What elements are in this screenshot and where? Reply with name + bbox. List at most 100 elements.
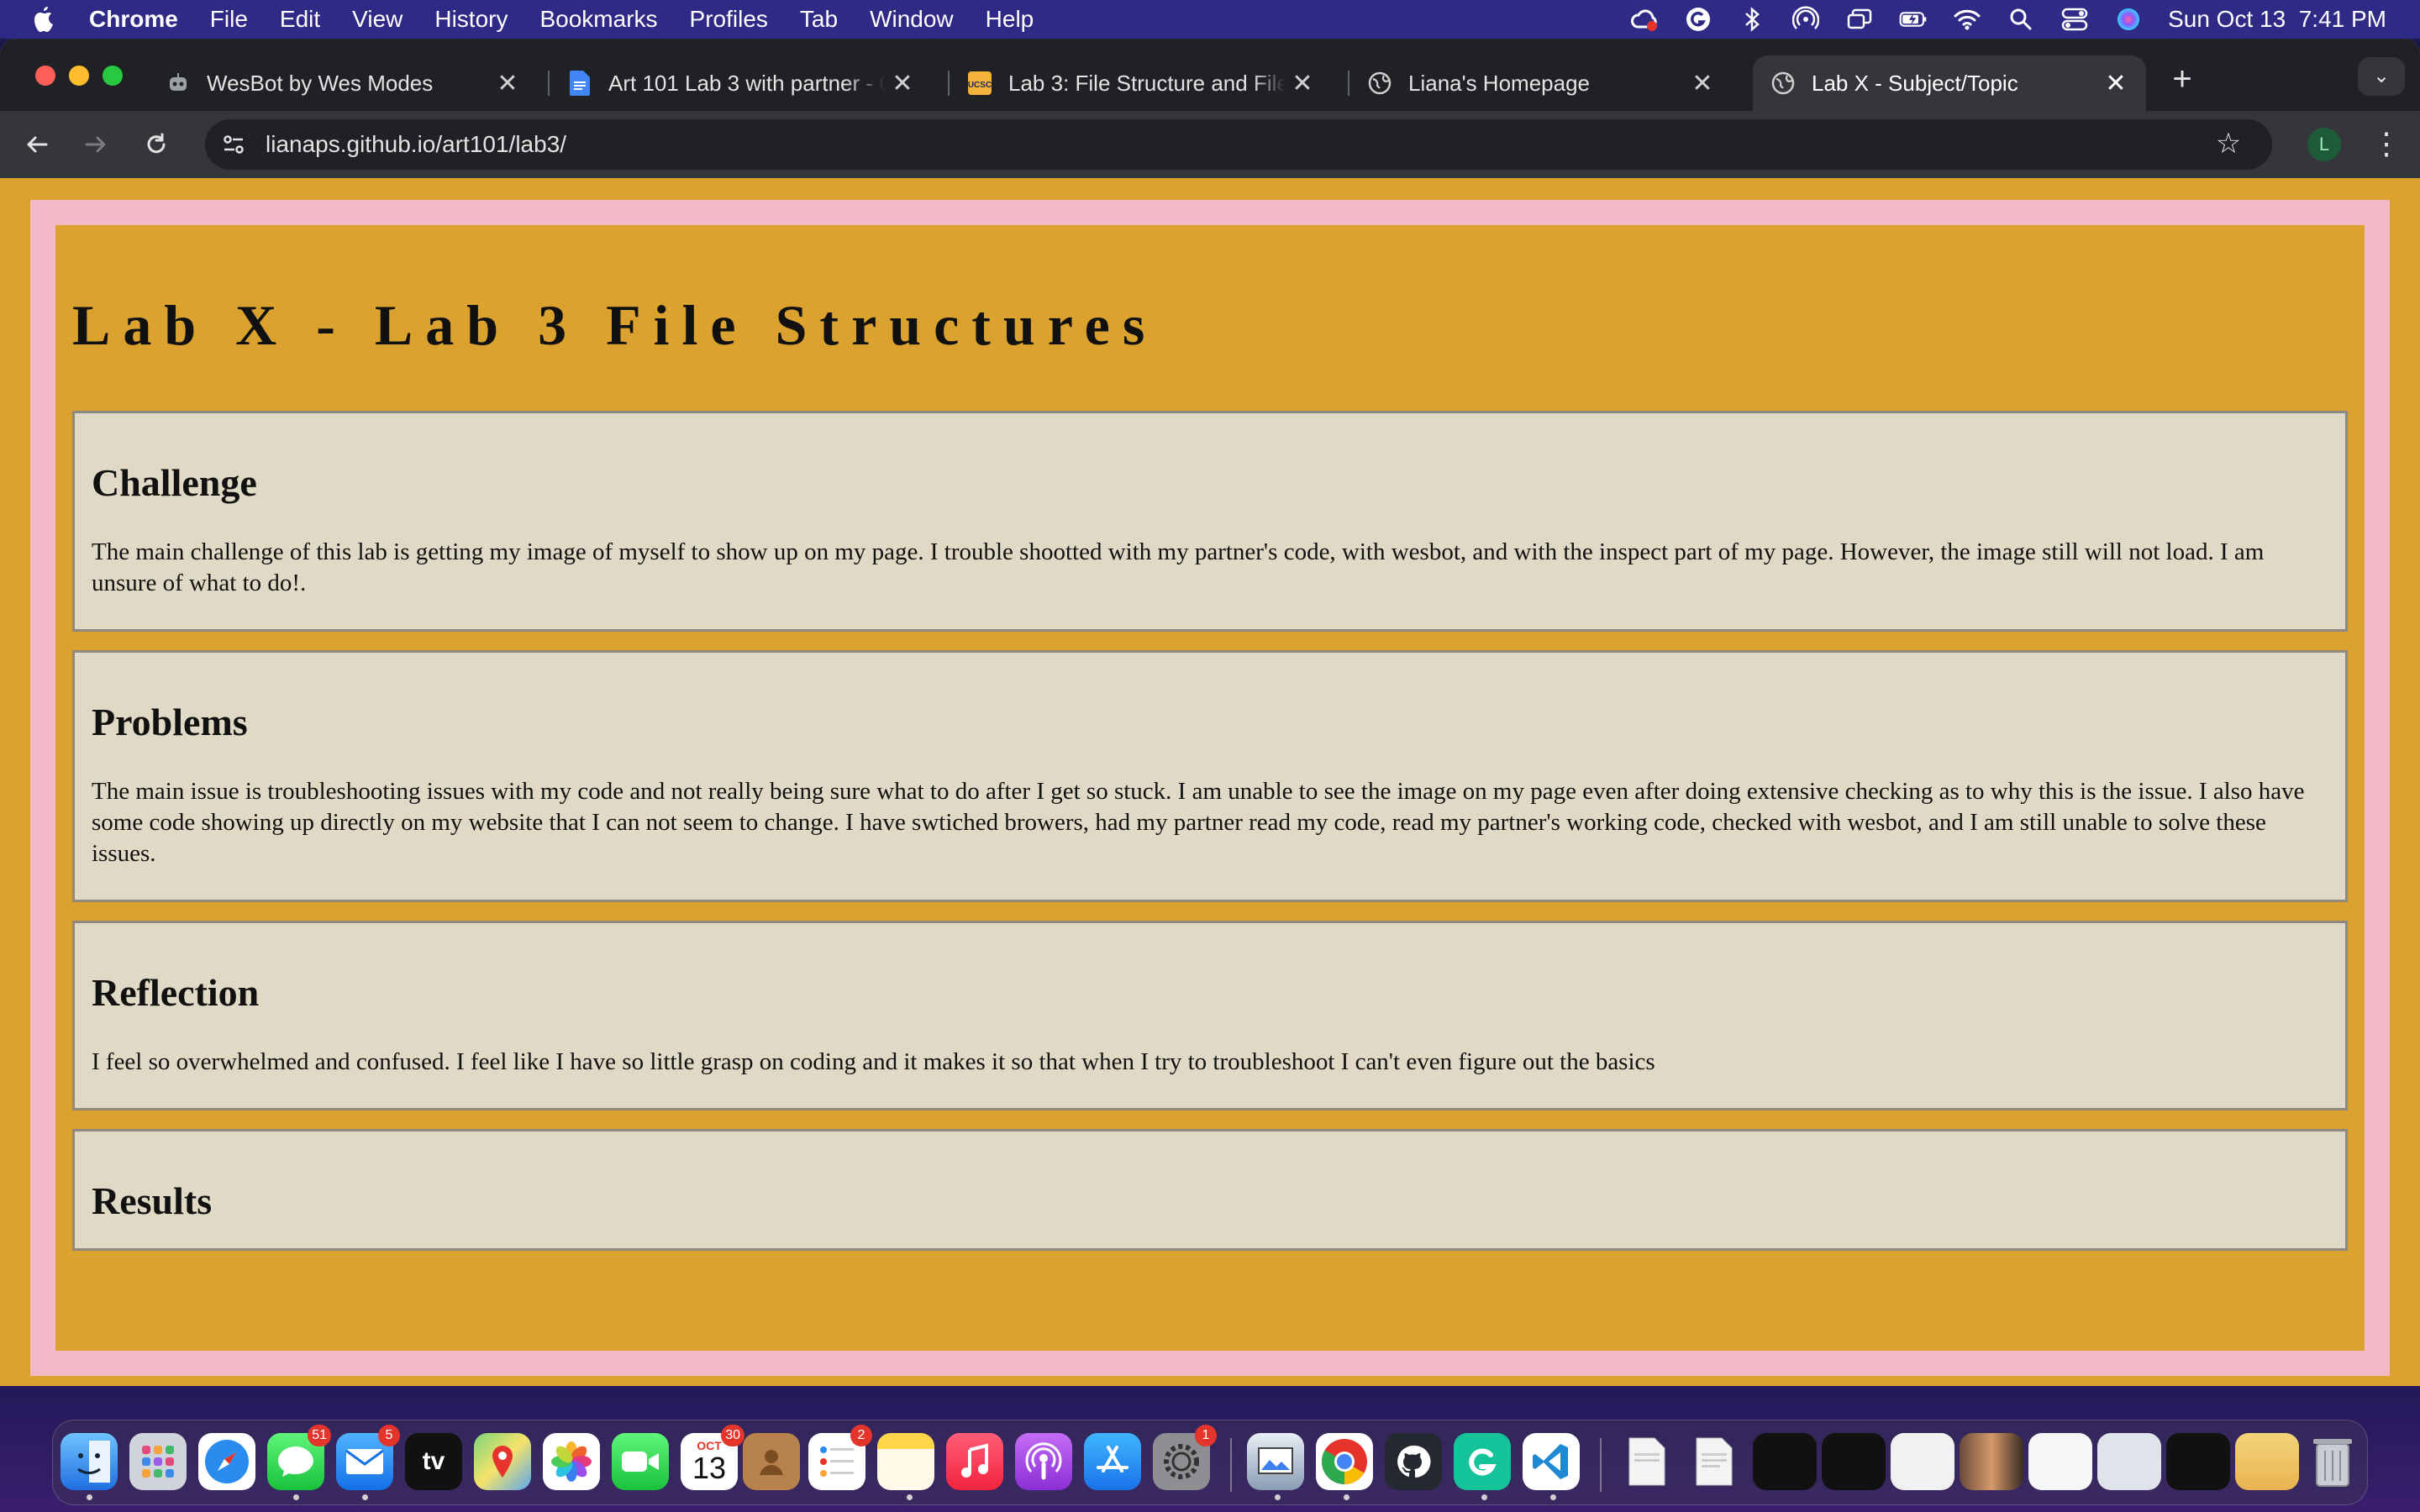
apple-tv-icon[interactable]: tv bbox=[405, 1433, 462, 1490]
robot-icon bbox=[166, 71, 190, 95]
section-body: The main challenge of this lab is gettin… bbox=[92, 538, 2265, 596]
menu-profiles[interactable]: Profiles bbox=[690, 6, 768, 33]
screenshot-thumbnail[interactable] bbox=[2097, 1433, 2161, 1490]
messages-icon[interactable]: 51 bbox=[267, 1425, 331, 1490]
screen-mirroring-icon[interactable] bbox=[1845, 5, 1874, 34]
screenshot-thumbnail[interactable] bbox=[1753, 1433, 1817, 1490]
section-challenge: Challenge The main challenge of this lab… bbox=[72, 411, 2348, 632]
mail-badge: 5 bbox=[378, 1425, 400, 1446]
screenshot-thumbnail[interactable] bbox=[2235, 1433, 2299, 1490]
tab-title: Liana's Homepage bbox=[1408, 70, 1590, 96]
new-tab-button[interactable]: + bbox=[2161, 59, 2203, 101]
dock-separator bbox=[1230, 1438, 1232, 1492]
tab-lab-x-active[interactable]: Lab X - Subject/Topic ✕ bbox=[1753, 55, 2146, 111]
macos-menu-bar: Chrome File Edit View History Bookmarks … bbox=[0, 0, 2420, 39]
settings-badge: 1 bbox=[1195, 1425, 1217, 1446]
tab-wesbot[interactable]: WesBot by Wes Modes ✕ bbox=[148, 55, 538, 111]
apple-tv-label: tv bbox=[422, 1447, 445, 1475]
docx-file-icon[interactable] bbox=[1686, 1433, 1743, 1490]
github-desktop-icon[interactable] bbox=[1385, 1433, 1442, 1490]
menu-app-name[interactable]: Chrome bbox=[89, 6, 178, 33]
close-window-button[interactable] bbox=[35, 66, 55, 86]
tab-title: WesBot by Wes Modes bbox=[207, 70, 434, 96]
chrome-icon[interactable] bbox=[1316, 1433, 1373, 1490]
preview-icon[interactable] bbox=[1247, 1433, 1304, 1490]
screenshot-thumbnail[interactable] bbox=[1891, 1433, 1954, 1490]
maps-icon[interactable] bbox=[474, 1433, 531, 1490]
url-text[interactable]: lianaps.github.io/art101/lab3/ bbox=[266, 131, 566, 158]
menu-edit[interactable]: Edit bbox=[280, 6, 320, 33]
back-arrow-icon[interactable] bbox=[17, 124, 57, 165]
facetime-icon[interactable] bbox=[612, 1433, 669, 1490]
close-tab-icon[interactable]: ✕ bbox=[886, 69, 919, 98]
control-center-icon[interactable] bbox=[2060, 5, 2089, 34]
tab-google-doc[interactable]: Art 101 Lab 3 with partner - G ✕ bbox=[550, 55, 933, 111]
pdf-file-icon[interactable] bbox=[1618, 1433, 1676, 1490]
menu-bookmarks[interactable]: Bookmarks bbox=[539, 6, 657, 33]
address-bar[interactable]: lianaps.github.io/art101/lab3/ ☆ bbox=[205, 119, 2272, 170]
apple-menu-icon[interactable] bbox=[30, 5, 57, 34]
wifi-icon[interactable] bbox=[1953, 5, 1981, 34]
airdrop-icon[interactable] bbox=[1791, 5, 1820, 34]
podcasts-icon[interactable] bbox=[1015, 1433, 1072, 1490]
close-tab-icon[interactable]: ✕ bbox=[1686, 69, 1719, 98]
calendar-badge: 30 bbox=[721, 1425, 744, 1446]
safari-icon[interactable] bbox=[198, 1433, 255, 1490]
trash-icon[interactable] bbox=[2304, 1433, 2361, 1490]
grammarly-icon[interactable] bbox=[1684, 5, 1712, 34]
system-settings-icon[interactable]: 1 bbox=[1153, 1425, 1217, 1490]
more-menu-icon[interactable]: ⋮ bbox=[2371, 124, 2402, 165]
vscode-icon[interactable] bbox=[1523, 1433, 1580, 1490]
screenshot-thumbnail[interactable] bbox=[1822, 1433, 1886, 1490]
menu-help[interactable]: Help bbox=[986, 6, 1034, 33]
battery-charging-icon[interactable] bbox=[1899, 5, 1928, 34]
section-heading: Challenge bbox=[92, 461, 257, 504]
google-docs-icon bbox=[568, 71, 592, 96]
running-indicator bbox=[1275, 1494, 1281, 1500]
site-info-tune-icon[interactable] bbox=[217, 128, 250, 161]
tab-search-chevron-icon[interactable]: ⌄ bbox=[2358, 57, 2405, 96]
menu-window[interactable]: Window bbox=[870, 6, 954, 33]
creative-cloud-icon[interactable] bbox=[1630, 5, 1659, 34]
messages-badge: 51 bbox=[308, 1425, 331, 1446]
menu-file[interactable]: File bbox=[210, 6, 248, 33]
menu-history[interactable]: History bbox=[434, 6, 508, 33]
photos-icon[interactable] bbox=[543, 1433, 600, 1490]
screenshot-thumbnail[interactable] bbox=[2028, 1433, 2092, 1490]
close-tab-icon[interactable]: ✕ bbox=[491, 69, 524, 98]
section-results: Results bbox=[72, 1129, 2348, 1251]
screenshot-thumbnail[interactable] bbox=[2166, 1433, 2230, 1490]
music-icon[interactable] bbox=[946, 1433, 1003, 1490]
profile-avatar[interactable]: L bbox=[2307, 128, 2341, 161]
tab-lianas-homepage[interactable]: Liana's Homepage ✕ bbox=[1349, 55, 1733, 111]
launchpad-icon[interactable] bbox=[129, 1433, 187, 1490]
section-body: I feel so overwhelmed and confused. I fe… bbox=[92, 1048, 1655, 1075]
grammarly-dock-icon[interactable] bbox=[1454, 1433, 1511, 1490]
minimize-window-button[interactable] bbox=[69, 66, 89, 86]
forward-arrow-icon[interactable] bbox=[76, 124, 116, 165]
mail-icon[interactable]: 5 bbox=[336, 1425, 400, 1490]
siri-icon[interactable] bbox=[2114, 5, 2143, 34]
contacts-icon[interactable] bbox=[743, 1433, 800, 1490]
notes-icon[interactable] bbox=[877, 1433, 934, 1490]
running-indicator bbox=[1481, 1494, 1487, 1500]
zoom-window-button[interactable] bbox=[103, 66, 123, 86]
menu-tab[interactable]: Tab bbox=[800, 6, 838, 33]
close-tab-icon[interactable]: ✕ bbox=[1286, 69, 1319, 98]
bluetooth-icon[interactable] bbox=[1738, 5, 1766, 34]
bookmark-star-icon[interactable]: ☆ bbox=[2213, 129, 2244, 160]
page-frame: Lab X - Lab 3 File Structures Challenge … bbox=[30, 200, 2390, 1376]
menu-view[interactable]: View bbox=[352, 6, 402, 33]
running-indicator bbox=[1344, 1494, 1349, 1500]
svg-text:UCSC: UCSC bbox=[968, 81, 992, 90]
tab-canvas-lab3[interactable]: UCSC Lab 3: File Structure and File ✕ bbox=[950, 55, 1333, 111]
finder-icon[interactable] bbox=[60, 1433, 118, 1490]
calendar-icon[interactable]: OCT 13 30 bbox=[681, 1425, 744, 1490]
menu-clock[interactable]: Sun Oct 13 7:41 PM bbox=[2168, 6, 2386, 33]
close-tab-icon[interactable]: ✕ bbox=[2099, 69, 2133, 98]
screenshot-thumbnail[interactable] bbox=[1960, 1433, 2023, 1490]
reload-icon[interactable] bbox=[136, 124, 176, 165]
spotlight-search-icon[interactable] bbox=[2007, 5, 2035, 34]
app-store-icon[interactable] bbox=[1084, 1433, 1141, 1490]
reminders-icon[interactable]: 2 bbox=[808, 1425, 872, 1490]
